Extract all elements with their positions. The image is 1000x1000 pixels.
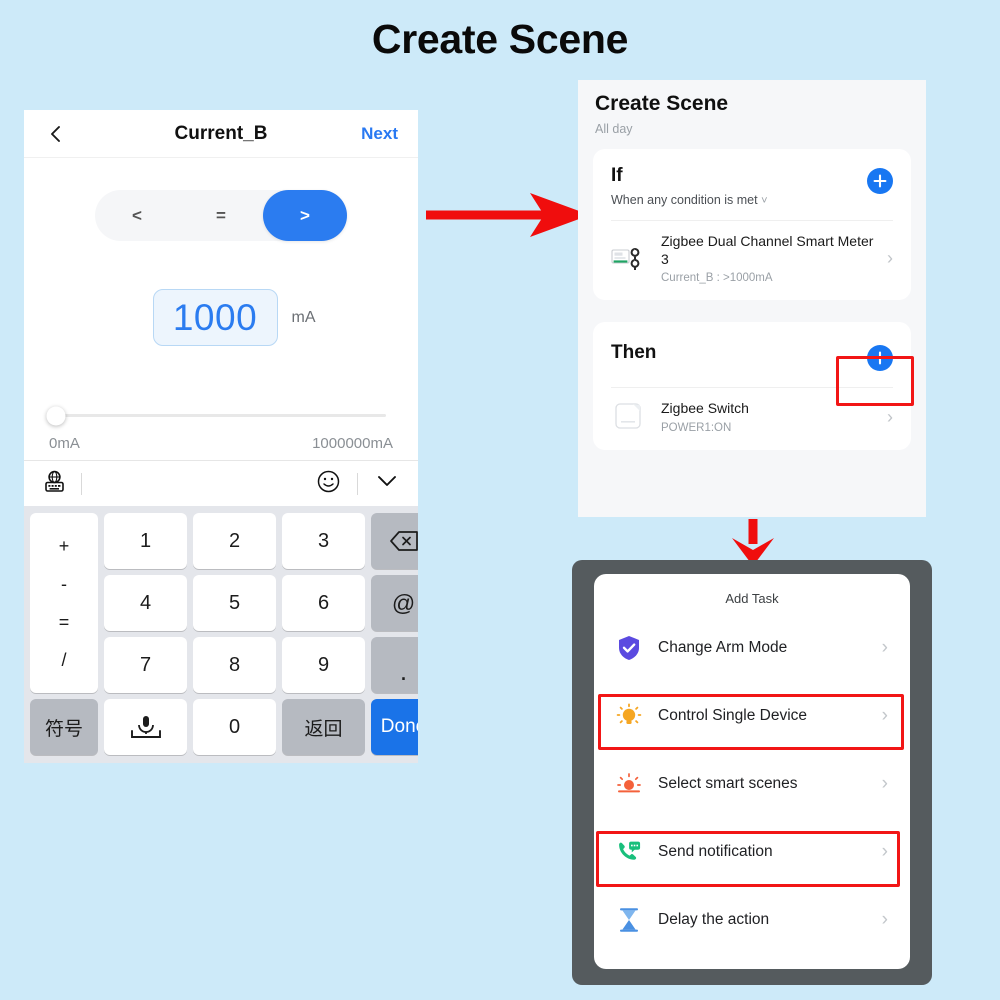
if-condition-selector[interactable]: When any condition is met ˅ <box>611 193 768 207</box>
condition-device-detail: Current_B : >1000mA <box>661 272 773 284</box>
value-text: 1000 <box>172 296 258 338</box>
comparator-option-greater[interactable]: > <box>263 190 347 241</box>
chevron-right-icon: › <box>881 841 888 862</box>
phone-screen-add-task: Add Task Change Arm Mode › Control Singl… <box>572 560 932 985</box>
if-card: If When any condition is met ˅ Zigbee Du… <box>593 149 911 300</box>
arrow-left-to-middle <box>426 193 590 237</box>
condition-device-name: Zigbee Dual Channel Smart Meter 3 <box>661 233 874 267</box>
lightbulb-icon <box>616 703 642 729</box>
key-1[interactable]: 1 <box>104 513 187 569</box>
key-return[interactable]: 返回 <box>282 699 365 755</box>
comparator-option-less[interactable]: < <box>95 190 179 241</box>
toolbar-divider-left <box>81 472 82 495</box>
if-condition-label: When any condition is met <box>611 193 758 207</box>
action-device-row[interactable]: Zigbee Switch POWER1:ON › <box>593 388 911 450</box>
task-row-delay-the-action[interactable]: Delay the action › <box>594 886 910 954</box>
task-row-change-arm-mode[interactable]: Change Arm Mode › <box>594 614 910 682</box>
slider-min-label: 0mA <box>49 435 80 452</box>
key-5[interactable]: 5 <box>193 575 276 631</box>
slider-max-label: 1000000mA <box>312 435 393 452</box>
chevron-right-icon: › <box>887 248 893 268</box>
task-label: Control Single Device <box>658 707 808 724</box>
chevron-right-icon: › <box>881 705 888 726</box>
next-button[interactable]: Next <box>361 124 398 144</box>
chevron-right-icon: › <box>881 909 888 930</box>
key-done[interactable]: Done <box>371 699 418 755</box>
phone-screen-current-b: Current_B Next < = > 1000 mA 0mA 1000000… <box>24 110 418 763</box>
if-heading: If <box>611 165 623 186</box>
nav-title: Current_B <box>174 122 268 144</box>
key-2[interactable]: 2 <box>193 513 276 569</box>
add-condition-button[interactable] <box>867 168 893 194</box>
key-7[interactable]: 7 <box>104 637 187 693</box>
key-4[interactable]: 4 <box>104 575 187 631</box>
action-device-name: Zigbee Switch <box>661 400 749 417</box>
task-label: Select smart scenes <box>658 775 798 792</box>
value-slider[interactable]: 0mA 1000000mA <box>24 406 418 452</box>
comparator-option-equal[interactable]: = <box>179 190 263 241</box>
operator-plus: + <box>58 535 70 556</box>
chevron-down-icon: ˅ <box>761 195 768 207</box>
slider-track[interactable] <box>46 406 386 425</box>
scene-subtitle: All day <box>595 122 633 136</box>
value-input[interactable]: 1000 <box>152 289 278 346</box>
navbar: Current_B Next <box>24 110 418 158</box>
key-dot[interactable]: . <box>371 637 418 693</box>
numeric-keypad: + - = / 1 2 3 4 5 6 @ 7 8 9 . 符号 0 返回 Do… <box>24 506 418 763</box>
value-row: 1000 mA <box>24 289 418 346</box>
chevron-down-icon[interactable] <box>374 471 400 496</box>
page-title: Create Scene <box>371 16 629 62</box>
task-row-select-smart-scenes[interactable]: Select smart scenes › <box>594 750 910 818</box>
phone-screen-create-scene: Create Scene All day If When any conditi… <box>578 80 926 517</box>
microphone-space-icon[interactable] <box>104 699 187 755</box>
hourglass-icon <box>616 907 642 933</box>
key-3[interactable]: 3 <box>282 513 365 569</box>
key-symbols[interactable]: 符号 <box>30 699 98 755</box>
phone-message-icon <box>616 839 642 865</box>
task-row-control-single-device[interactable]: Control Single Device › <box>594 682 910 750</box>
key-9[interactable]: 9 <box>282 637 365 693</box>
shield-check-icon <box>616 635 642 661</box>
keyboard-toolbar <box>24 460 418 506</box>
add-task-sheet: Add Task Change Arm Mode › Control Singl… <box>594 574 910 969</box>
chevron-right-icon: › <box>881 637 888 658</box>
smiley-icon[interactable] <box>316 469 341 499</box>
screenshot-root: Create Scene Current_B Next < = > 1000 m… <box>0 0 1000 1000</box>
chevron-right-icon: › <box>887 406 893 427</box>
operator-equals: = <box>58 611 70 632</box>
then-heading: Then <box>611 342 657 363</box>
comparator-segmented-control: < = > <box>24 190 418 241</box>
sunrise-icon <box>616 771 642 797</box>
smart-meter-icon <box>611 242 649 276</box>
task-label: Delay the action <box>658 911 770 928</box>
task-label: Send notification <box>658 843 773 860</box>
action-device-detail: POWER1:ON <box>661 421 732 434</box>
sheet-title: Add Task <box>725 591 779 606</box>
add-task-button[interactable] <box>867 345 893 371</box>
value-unit: mA <box>291 308 316 326</box>
key-6[interactable]: 6 <box>282 575 365 631</box>
backspace-icon[interactable] <box>371 513 418 569</box>
chevron-right-icon: › <box>881 773 888 794</box>
then-card: Then Zigbee Switch POWER1:ON › <box>593 322 911 450</box>
key-8[interactable]: 8 <box>193 637 276 693</box>
operators-key[interactable]: + - = / <box>30 513 98 693</box>
condition-device-row[interactable]: Zigbee Dual Channel Smart Meter 3 Curren… <box>593 221 911 300</box>
switch-icon <box>611 400 649 434</box>
operator-minus: - <box>61 573 67 594</box>
scene-title: Create Scene <box>595 92 729 115</box>
toolbar-divider-right <box>357 472 358 495</box>
operator-slash: / <box>61 649 67 670</box>
slider-knob[interactable] <box>46 406 66 425</box>
task-label: Change Arm Mode <box>658 639 788 656</box>
chevron-left-icon[interactable] <box>46 124 66 144</box>
key-at[interactable]: @ <box>371 575 418 631</box>
globe-keyboard-icon[interactable] <box>42 469 67 499</box>
key-0[interactable]: 0 <box>193 699 276 755</box>
task-row-send-notification[interactable]: Send notification › <box>594 818 910 886</box>
